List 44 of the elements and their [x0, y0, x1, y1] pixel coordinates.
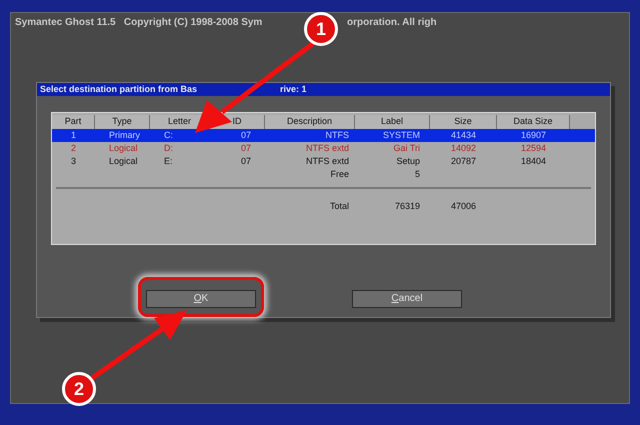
- column-header[interactable]: Label: [355, 115, 430, 129]
- table-cell-text: C:: [163, 129, 174, 142]
- total-cell-text: 76319: [394, 200, 421, 213]
- table-cell-text: NTFS extd: [304, 155, 350, 168]
- table-cell-text: 41434: [450, 129, 478, 142]
- table-cell-text: 07: [240, 155, 252, 168]
- column-header[interactable]: Size: [430, 115, 497, 129]
- column-header[interactable]: Type: [95, 115, 150, 129]
- table-cell-text: D:: [163, 142, 174, 155]
- table-cell-text: Free: [329, 168, 350, 181]
- total-cell-text: 47006: [450, 200, 478, 213]
- dialog-title: Select destination partition from Bas: [40, 82, 198, 96]
- table-cell-text: Logical: [108, 155, 139, 168]
- table-cell-text: 12594: [520, 142, 548, 155]
- table-cell-text: Primary: [108, 129, 141, 142]
- table-cell-text: 20787: [450, 155, 478, 168]
- table-row[interactable]: Free 5: [52, 168, 595, 181]
- table-cell-text: Logical: [108, 142, 139, 155]
- table-row[interactable]: 3 Logical E: 07 NTFS extd Setup 20787 18404: [52, 155, 595, 168]
- table-cell-text: 2: [70, 142, 77, 155]
- table-row[interactable]: 1 Primary C: 07 NTFS SYSTEM 41434 16907: [52, 129, 595, 142]
- table-cell-text: 18404: [520, 155, 548, 168]
- table-cell-text: 5: [414, 168, 421, 181]
- table-cell-text: Setup: [395, 155, 421, 168]
- window-title: orporation. All righ: [347, 16, 437, 30]
- table-cell-text: NTFS: [324, 129, 350, 142]
- table-cell-text: 16907: [520, 129, 548, 142]
- table-cell-text: SYSTEM: [382, 129, 421, 142]
- table-cell-text: 07: [240, 129, 252, 142]
- cancel-button[interactable]: Cancel: [352, 290, 462, 308]
- table-cell-text: E:: [163, 155, 174, 168]
- table-cell-text: NTFS extd: [304, 142, 350, 155]
- column-header[interactable]: Description: [265, 115, 355, 129]
- table-cell-text: 07: [240, 142, 252, 155]
- window-title: Symantec Ghost 11.5 Copyright (C) 1998-2008 Sym: [15, 16, 264, 30]
- dialog-title: rive: 1: [280, 82, 307, 96]
- table-cell-text: 3: [70, 155, 77, 168]
- column-header[interactable]: Part: [52, 115, 95, 129]
- total-cell-text: Total: [328, 200, 350, 213]
- ok-button[interactable]: OK: [146, 290, 256, 308]
- column-header[interactable]: Data Size: [497, 115, 570, 129]
- table-cell-text: 14092: [450, 142, 478, 155]
- table-cell-text: 1: [70, 129, 77, 142]
- table-cell-text: Gai Tri: [392, 142, 421, 155]
